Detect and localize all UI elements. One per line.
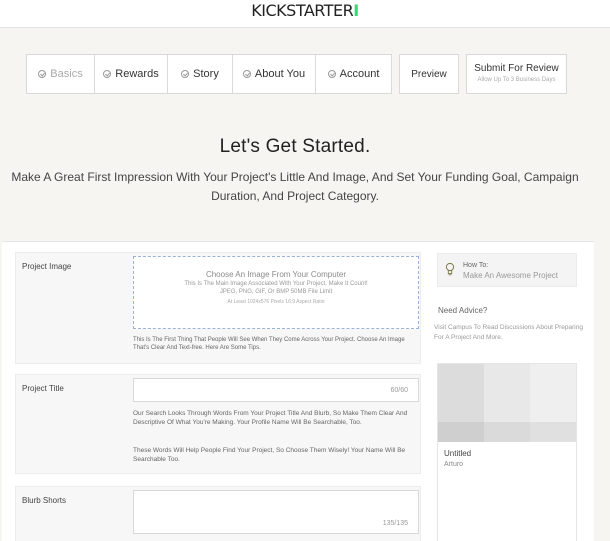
card-image-band — [438, 422, 576, 442]
project-preview-card[interactable]: Untitled Arturo — [437, 363, 577, 541]
check-icon — [242, 70, 251, 78]
check-icon — [38, 70, 47, 78]
blurb-field: Blurb Shorts 135/135 — [15, 486, 421, 541]
check-icon — [327, 70, 336, 78]
card-image-placeholder — [438, 364, 576, 442]
blurb-input[interactable]: 135/135 — [133, 490, 419, 534]
title-char-counter: 60/60 — [390, 387, 408, 394]
project-image-label: Project Image — [22, 262, 72, 271]
project-title-input[interactable]: 60/60 — [133, 378, 419, 402]
tab-rewards[interactable]: Rewards — [95, 55, 168, 93]
advice-text[interactable]: Visit Campus To Read Discussions About P… — [434, 323, 584, 343]
advice-heading: Need Advice? — [438, 306, 488, 315]
project-image-help: This Is The First Thing That People Will… — [133, 337, 405, 351]
project-title-field: Project Title 60/60 Our Search Looks Thr… — [15, 374, 421, 474]
submit-for-review-button[interactable]: Submit For Review Allow Up To 3 Business… — [466, 54, 567, 94]
how-to-box[interactable]: How To: Make An Awesome Project — [437, 253, 577, 287]
tab-rewards-label: Rewards — [115, 68, 159, 80]
dropzone-title: Choose An Image From Your Computer — [205, 270, 347, 279]
tab-account[interactable]: Account — [316, 55, 391, 93]
dropzone-line: JPEG, PNG, GIF, Or BMP 50MB File Limit — [219, 289, 333, 295]
kickstarter-logo[interactable]: KICKSTARTERI — [0, 1, 610, 20]
project-image-field: Project Image Choose An Image From Your … — [15, 252, 421, 364]
dropzone-line: This Is The Main Image Associated With Y… — [184, 281, 368, 287]
logo-accent: I — [353, 1, 359, 20]
blurb-label: Blurb Shorts — [22, 496, 67, 505]
dropzone-line: At Least 1024x576 Pixels 16:9 Aspect Rat… — [227, 299, 325, 305]
tab-basics[interactable]: Basics — [27, 55, 95, 93]
check-icon — [103, 70, 112, 78]
project-title-help: These Words Will Help People Find Your P… — [133, 447, 406, 463]
how-to-link[interactable]: Make An Awesome Project — [463, 271, 558, 280]
blurb-char-counter: 135/135 — [382, 520, 408, 527]
tab-account-label: Account — [339, 68, 380, 80]
tab-basics-label: Basics — [50, 68, 83, 80]
tab-about-you-label: About You — [254, 68, 306, 80]
image-dropzone[interactable]: Choose An Image From Your Computer This … — [133, 256, 419, 329]
check-icon — [181, 70, 190, 78]
project-title-help: Our Search Looks Through Words From Your… — [133, 410, 408, 426]
step-navigation: Basics Rewards Story About You Account — [26, 54, 392, 94]
tab-about-you[interactable]: About You — [233, 55, 316, 93]
lightbulb-icon — [445, 262, 455, 276]
page-subtitle: Make A Great First Impression With Your … — [11, 170, 579, 203]
top-bar: KICKSTARTERI — [0, 0, 610, 28]
tab-story[interactable]: Story — [168, 55, 233, 93]
card-author: Arturo — [444, 461, 464, 468]
tab-story-label: Story — [193, 68, 219, 80]
main-panel: Project Image Choose An Image From Your … — [2, 241, 594, 541]
card-title: Untitled — [444, 449, 472, 458]
how-to-label: How To: — [463, 262, 489, 269]
project-title-label: Project Title — [22, 384, 64, 393]
page-title: Let's Get Started. — [219, 136, 371, 157]
preview-button[interactable]: Preview — [399, 54, 459, 94]
submit-for-review-label: Submit For Review — [474, 63, 559, 74]
submit-for-review-note: Allow Up To 3 Business Days — [477, 77, 556, 83]
